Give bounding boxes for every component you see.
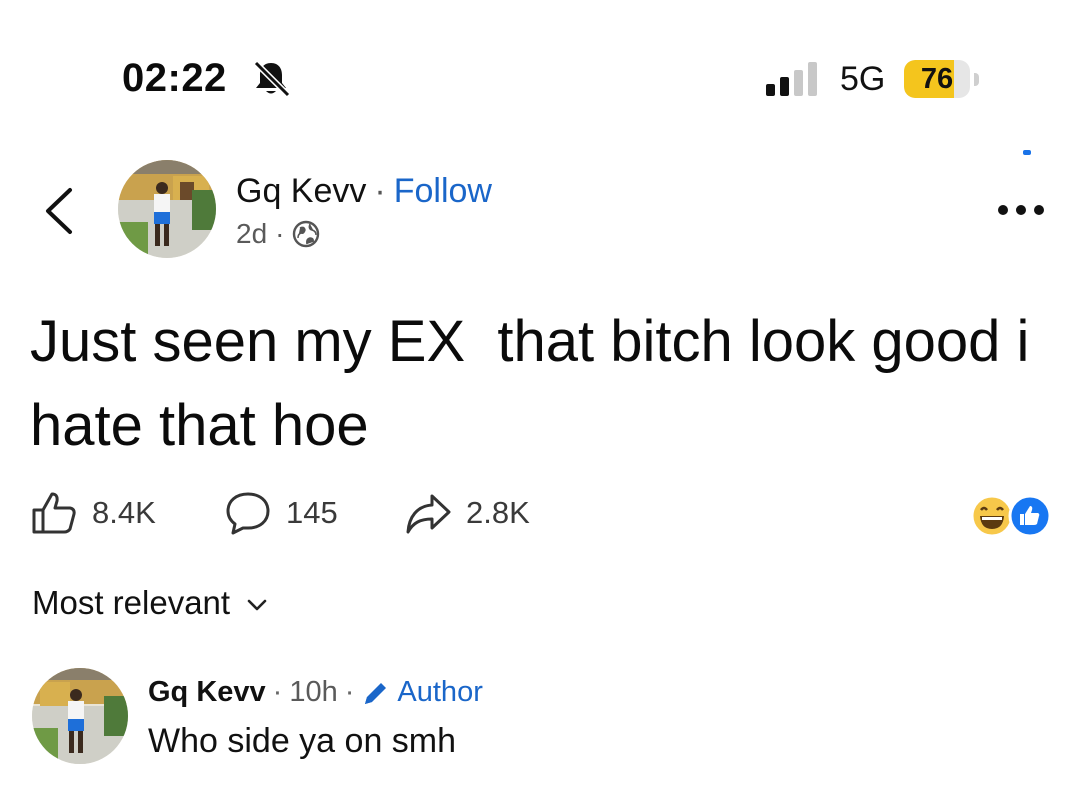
author-avatar[interactable] [118,160,216,258]
separator-dot: · [275,218,285,249]
commenter-name[interactable]: Gq Kevv [148,676,266,709]
post-author-line: Gq Kevv · Follow [236,172,492,211]
post-age[interactable]: 2d [236,218,267,250]
comment-button[interactable]: 145 [224,490,338,536]
comment-bubble-icon [226,492,270,535]
status-time: 02:22 [122,56,227,100]
globe-icon [293,220,320,248]
network-type: 5G [840,60,886,98]
separator-dot: · [272,676,283,708]
reaction-summary[interactable] [970,494,1054,538]
battery-level: 76 [920,63,954,95]
author-name[interactable]: Gq Kevv [236,172,366,210]
share-arrow-icon [406,494,451,534]
author-badge: Author [397,676,483,708]
separator-dot: · [374,172,386,210]
indicator-dot [1023,150,1031,155]
laughing-face-icon [970,494,1014,538]
pencil-icon [365,682,387,704]
follow-button[interactable]: Follow [394,172,492,210]
comment-time: 10h [289,676,338,708]
bell-slash-icon [253,60,291,98]
separator-dot: · [344,676,355,708]
post-text: Just seen my EX that bitch look good i h… [30,309,1046,458]
share-button[interactable]: 2.8K [404,490,530,536]
comment-sort-dropdown[interactable]: Most relevant [32,584,268,622]
chevron-down-icon [247,599,267,611]
more-options-icon[interactable] [996,200,1046,220]
comment-meta: Gq Kevv · 10h · Author [148,676,483,709]
post-meta: 2d · [236,218,320,250]
thumbs-up-icon [32,492,76,534]
share-count: 2.8K [466,495,530,530]
like-button[interactable]: 8.4K [30,490,156,536]
comment-count: 145 [286,495,338,530]
like-icon [1008,494,1052,538]
commenter-avatar[interactable] [32,668,128,764]
comment-text: Who side ya on smh [148,722,457,760]
like-count: 8.4K [92,495,156,530]
back-chevron-icon[interactable] [40,186,80,236]
sort-label: Most relevant [32,584,231,621]
battery-indicator: 76 [904,60,982,100]
signal-icon [766,62,817,96]
